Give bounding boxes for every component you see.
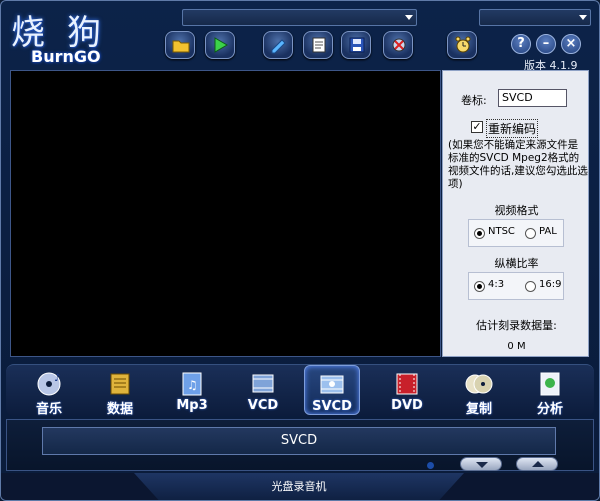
estimate-value: 0 M <box>507 341 526 352</box>
analyze-icon <box>540 372 560 396</box>
category-dvd[interactable]: DVD <box>379 365 435 415</box>
mp3-icon: ♫ <box>182 372 202 396</box>
tray-eject-button[interactable] <box>516 457 558 471</box>
aspect-16-9-label: 16:9 <box>539 279 562 290</box>
data-icon <box>110 373 130 395</box>
drive-dropdown[interactable] <box>479 9 591 26</box>
save-icon <box>349 37 365 53</box>
timer-button[interactable] <box>447 31 477 59</box>
chevron-down-icon <box>405 15 413 20</box>
category-copy[interactable]: 复制 <box>451 365 507 417</box>
status-led <box>427 462 434 469</box>
save-button[interactable] <box>341 31 371 59</box>
aspect-4-3-radio[interactable] <box>474 281 485 292</box>
video-preview <box>10 70 441 357</box>
play-icon <box>214 37 228 53</box>
aspect-ratio-group: 4:3 16:9 <box>468 272 564 300</box>
status-display: SVCD <box>42 427 556 455</box>
video-format-title: 视频格式 <box>494 204 539 217</box>
ntsc-radio[interactable] <box>474 228 485 239</box>
reencode-checkbox[interactable]: ✓ <box>471 121 483 133</box>
category-bar: ♪ 音乐 数据 ♫ Mp3 VCD SVCD DVD 复制 分析 <box>6 364 594 417</box>
minimize-button[interactable]: – <box>536 34 556 54</box>
category-music[interactable]: ♪ 音乐 <box>21 365 77 417</box>
reencode-note: (如果您不能确定来源文件是标准的SVCD Mpeg2格式的视频文件的话,建议您勾… <box>448 139 588 190</box>
play-button[interactable] <box>205 31 235 59</box>
video-format-group: NTSC PAL <box>468 219 564 247</box>
dvd-icon <box>396 373 418 395</box>
pal-radio[interactable] <box>525 228 536 239</box>
category-analyze[interactable]: 分析 <box>522 365 578 417</box>
svcd-icon <box>320 375 344 394</box>
settings-panel: 卷标: SVCD ✓ 重新编码 (如果您不能确定来源文件是标准的SVCD Mpe… <box>442 70 589 357</box>
document-button[interactable] <box>303 31 333 59</box>
open-button[interactable] <box>165 31 195 59</box>
timer-icon <box>455 36 471 53</box>
tools-icon <box>392 38 406 52</box>
ntsc-label: NTSC <box>488 226 515 237</box>
aspect-4-3-label: 4:3 <box>488 279 505 290</box>
footer-bar: 光盘录音机 <box>1 473 599 500</box>
aspect-ratio-title: 纵横比率 <box>494 257 539 270</box>
copy-disc-icon <box>465 374 493 394</box>
estimate-label: 估计刻录数据量: <box>476 319 557 332</box>
close-button[interactable]: × <box>561 34 581 54</box>
category-vcd[interactable]: VCD <box>235 365 291 415</box>
category-mp3[interactable]: ♫ Mp3 <box>164 365 220 415</box>
document-icon <box>312 37 326 53</box>
chevron-down-icon <box>579 15 587 20</box>
vcd-icon <box>252 374 274 393</box>
volume-label-input[interactable]: SVCD <box>498 89 567 107</box>
app-logo: 烧狗 BurnGO <box>11 5 139 69</box>
category-svcd[interactable]: SVCD <box>304 365 360 415</box>
edit-button[interactable] <box>263 31 293 59</box>
volume-label: 卷标: <box>461 94 487 107</box>
source-dropdown[interactable] <box>182 9 417 26</box>
help-button[interactable]: ? <box>511 34 531 54</box>
tools-button[interactable] <box>383 31 413 59</box>
edit-icon <box>271 39 286 54</box>
category-data[interactable]: 数据 <box>92 365 148 417</box>
svg-text:♪: ♪ <box>54 373 60 384</box>
pal-label: PAL <box>539 226 557 237</box>
main-window: 烧狗 BurnGO ? – × 版本 4.1.9 卷标: SVCD ✓ 重新编码… <box>0 0 600 501</box>
status-area: SVCD <box>6 419 594 471</box>
reencode-label: 重新编码 <box>486 119 539 138</box>
aspect-16-9-radio[interactable] <box>525 281 536 292</box>
disc-recorder-tab[interactable]: 光盘录音机 <box>134 473 464 500</box>
open-icon <box>172 40 190 53</box>
tray-close-button[interactable] <box>460 457 502 471</box>
svg-text:♫: ♫ <box>187 378 198 392</box>
logo-english: BurnGO <box>31 47 101 66</box>
music-disc-icon: ♪ <box>37 372 61 396</box>
